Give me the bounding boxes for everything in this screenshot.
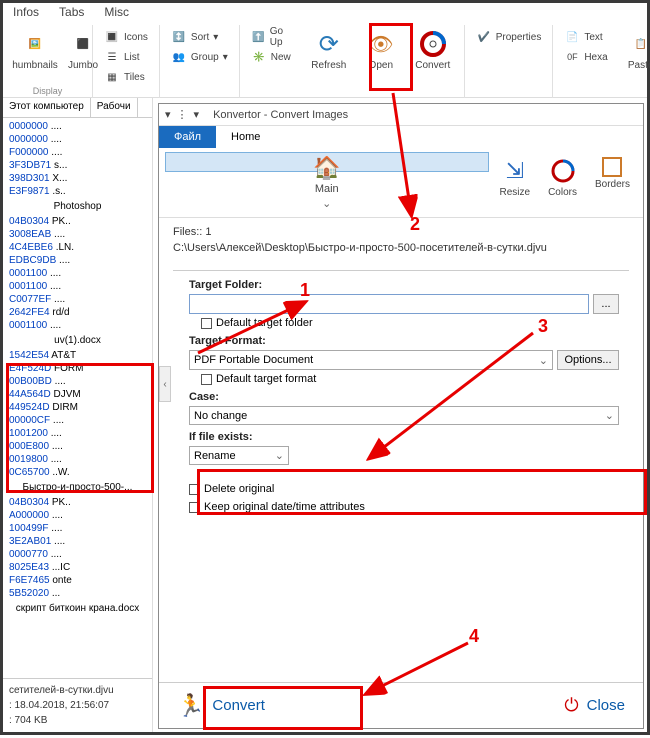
new-button[interactable]: ✳️New — [246, 47, 302, 67]
power-icon: ⏻ — [564, 695, 578, 716]
keep-date-checkbox[interactable] — [189, 502, 200, 513]
menu-misc[interactable]: Misc — [104, 5, 129, 21]
default-format-checkbox[interactable] — [201, 374, 212, 385]
files-path: C:\Users\Алексей\Desktop\Быстро-и-просто… — [173, 242, 629, 254]
konvertor-dialog: ▾ ⋮ ▾ Konvertor - Convert Images Файл Ho… — [158, 103, 644, 729]
convert-icon — [419, 30, 447, 58]
hexa-icon: 0F — [564, 49, 580, 65]
menubar: Infos Tabs Misc — [3, 3, 647, 23]
default-folder-checkbox[interactable] — [201, 318, 212, 329]
down-icon: ▾ — [165, 108, 171, 121]
eye-icon: 👁 — [367, 30, 395, 58]
dialog-title-text: Konvertor - Convert Images — [213, 109, 348, 121]
grip-icon: ⋮ — [177, 108, 188, 121]
check-icon: ✔️ — [476, 29, 492, 45]
main-button[interactable]: 🏠Main — [165, 152, 489, 172]
sort-icon: ↕️ — [171, 29, 187, 45]
thumbnails-button[interactable]: 🖼️humbnails — [9, 27, 61, 74]
home-icon: 🏠 — [313, 155, 341, 181]
goup-icon: ⬆️ — [251, 29, 266, 45]
hexa-button[interactable]: 0FHexa — [559, 47, 612, 67]
dialog-tab-home[interactable]: Home — [216, 126, 275, 148]
colors-button[interactable]: Colors — [541, 152, 584, 213]
open-button[interactable]: 👁Open — [356, 27, 406, 74]
group-icon: 👥 — [171, 49, 187, 65]
icons-button[interactable]: 🔳Icons — [99, 27, 153, 47]
sort-button[interactable]: ↕️Sort ▾ — [166, 27, 233, 47]
convert-button[interactable]: Convert — [408, 27, 458, 74]
tiles-button[interactable]: ▦Tiles — [99, 67, 153, 87]
paste-icon: 📋 — [627, 30, 650, 58]
refresh-icon: ⟳ — [315, 30, 343, 58]
list-button[interactable]: ☰List — [99, 47, 153, 67]
dialog-tab-file[interactable]: Файл — [159, 126, 216, 148]
paste-button[interactable]: 📋Paste — [615, 27, 650, 74]
target-format-select[interactable]: PDF Portable Document — [189, 350, 553, 370]
target-folder-input[interactable] — [189, 294, 589, 314]
colors-icon — [549, 157, 577, 185]
status-filename: сетителей-в-сутки.djvu — [9, 683, 146, 698]
menu-tabs[interactable]: Tabs — [59, 5, 84, 21]
borders-button[interactable]: Borders — [588, 152, 637, 213]
target-folder-label: Target Folder: — [189, 279, 619, 291]
collapse-button[interactable]: ‹ — [159, 366, 171, 402]
tab-desktop[interactable]: Рабочи — [91, 98, 138, 117]
case-select[interactable]: No change — [189, 406, 619, 425]
resize-icon: ⇲ — [501, 157, 529, 185]
new-icon: ✳️ — [251, 49, 267, 65]
files-count: Files:: 1 — [173, 226, 629, 242]
close-button[interactable]: ⏻ Close — [564, 695, 625, 716]
convert-run-icon: 🏃 — [177, 693, 204, 719]
goup-button[interactable]: ⬆️Go Up — [246, 27, 302, 47]
group-button[interactable]: 👥Group ▾ — [166, 47, 233, 67]
resize-button[interactable]: ⇲Resize — [493, 152, 538, 213]
target-format-label: Target Format: — [189, 335, 619, 347]
text-icon: 📄 — [564, 29, 580, 45]
delete-original-checkbox[interactable] — [189, 484, 200, 495]
statusbar: сетителей-в-сутки.djvu : 18.04.2018, 21:… — [3, 678, 152, 732]
list-icon: ☰ — [104, 49, 120, 65]
if-exists-label: If file exists: — [189, 431, 619, 443]
thumbnails-icon: 🖼️ — [21, 30, 49, 58]
group-display-label: Display — [9, 86, 86, 96]
status-date: : 18.04.2018, 21:56:07 — [9, 698, 146, 713]
borders-icon — [602, 157, 622, 177]
convert-action-button[interactable]: 🏃 Convert — [177, 693, 265, 719]
hex-preview: 0000000 ....0000000 ....F000000 ....3F3D… — [3, 118, 152, 678]
tiles-icon: ▦ — [104, 69, 120, 85]
icons-icon: 🔳 — [104, 29, 120, 45]
if-exists-select[interactable]: Rename — [189, 446, 289, 465]
refresh-button[interactable]: ⟳Refresh — [304, 27, 354, 74]
tab-my-computer[interactable]: Этот компьютер — [3, 98, 91, 117]
options-button[interactable]: Options... — [557, 350, 619, 370]
status-size: : 704 KB — [9, 713, 146, 728]
case-label: Case: — [189, 391, 619, 403]
sidebar: Этот компьютер Рабочи 0000000 ....000000… — [3, 98, 153, 732]
dialog-titlebar[interactable]: ▾ ⋮ ▾ Konvertor - Convert Images — [159, 104, 643, 126]
browse-button[interactable]: ... — [593, 294, 619, 314]
menu-infos[interactable]: Infos — [13, 5, 39, 21]
app-ribbon: 🖼️humbnails ⬛Jumbo Display 🔳Icons ☰List … — [3, 23, 647, 98]
properties-button[interactable]: ✔️Properties — [471, 27, 547, 47]
text-button[interactable]: 📄Text — [559, 27, 612, 47]
